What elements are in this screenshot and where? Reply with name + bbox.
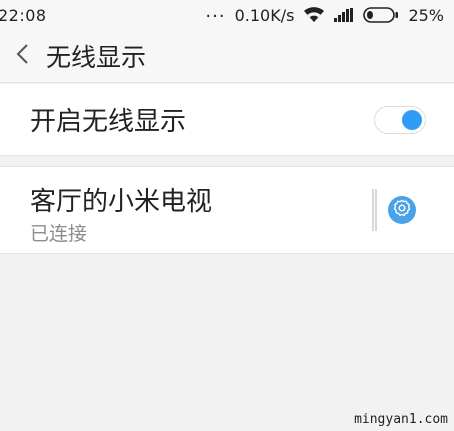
status-bar: 22:08 ... 0.10K/s 25%	[0, 0, 454, 30]
device-status: 已连接	[30, 223, 88, 245]
network-speed: 0.10K/s	[234, 5, 295, 25]
wireless-display-switch[interactable]	[374, 105, 426, 134]
page-title: 无线显示	[46, 43, 147, 72]
battery-icon	[363, 7, 399, 23]
status-icons: ... 0.10K/s 25%	[205, 1, 444, 25]
status-time: 22:08	[0, 5, 47, 25]
wifi-icon	[303, 7, 325, 23]
wireless-display-toggle-row[interactable]: 开启无线显示	[0, 84, 454, 156]
device-settings-button[interactable]	[388, 196, 416, 224]
device-row[interactable]: 客厅的小米电视 已连接	[0, 166, 454, 254]
back-button[interactable]	[0, 30, 44, 83]
wireless-display-label: 开启无线显示	[30, 107, 187, 137]
vertical-divider	[372, 189, 377, 231]
chevron-left-icon	[15, 43, 29, 69]
gear-icon	[393, 199, 411, 221]
signal-icon	[334, 8, 354, 22]
battery-percent: 25%	[408, 5, 444, 25]
screen: 22:08 ... 0.10K/s 25% 无线显示 开启无线显示 客厅的小米电…	[0, 0, 454, 431]
watermark: mingyan1.com	[354, 412, 448, 427]
device-name: 客厅的小米电视	[30, 187, 213, 217]
switch-knob	[402, 109, 422, 130]
title-bar: 无线显示	[0, 30, 454, 83]
notification-dots: ...	[205, 1, 226, 22]
